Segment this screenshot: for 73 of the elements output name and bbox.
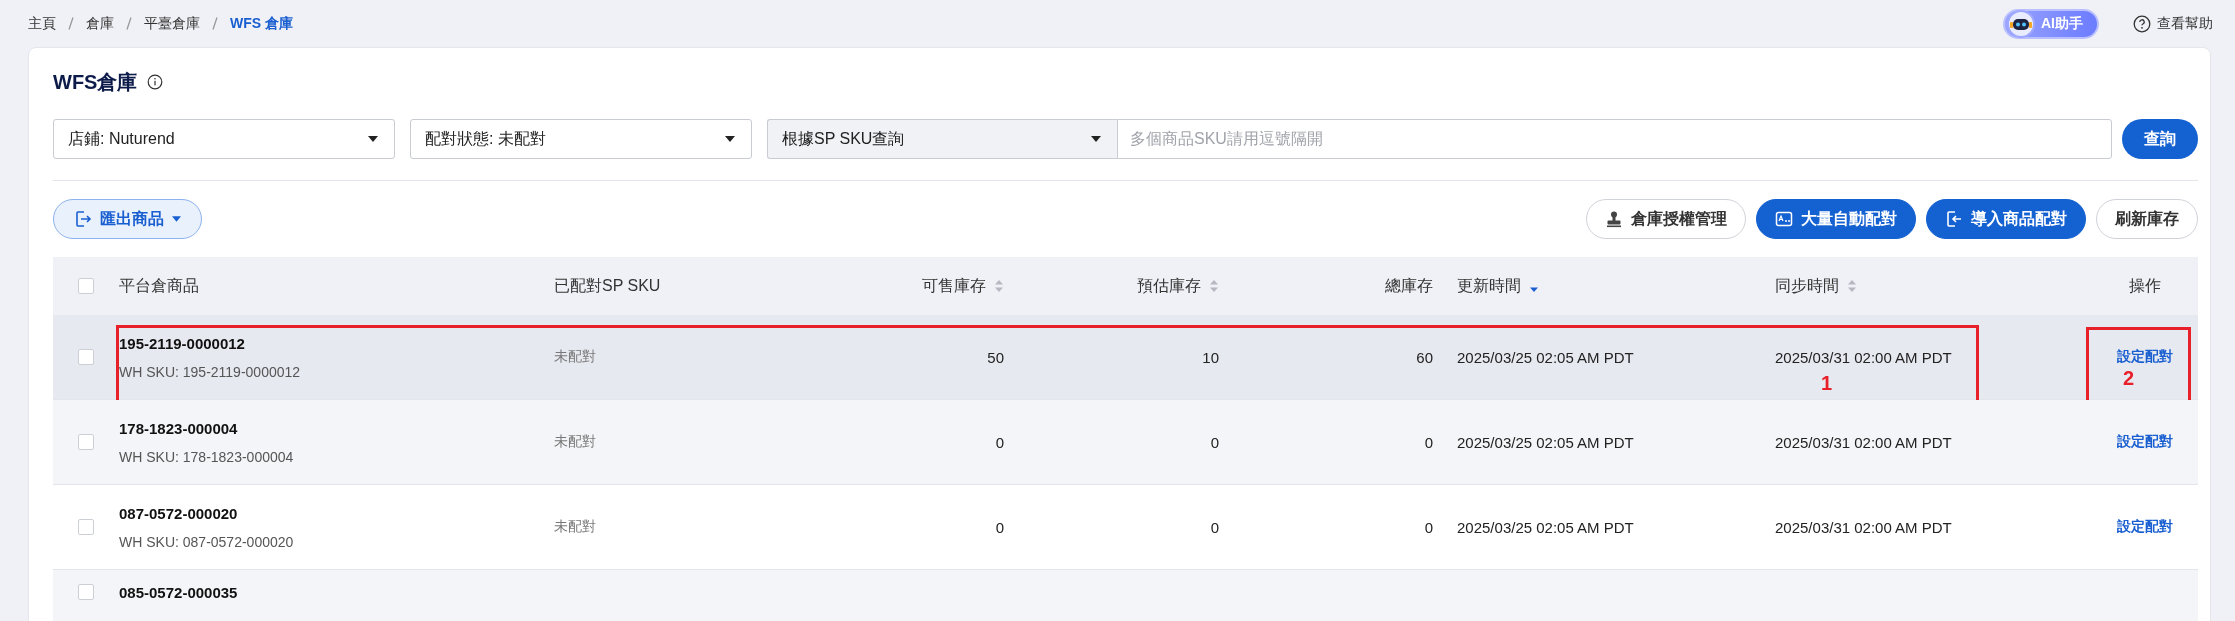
export-icon — [74, 210, 92, 228]
breadcrumb-link[interactable]: WFS 倉庫 — [230, 14, 293, 33]
set-match-link[interactable]: 設定配對 — [2116, 518, 2173, 536]
caret-icon — [1091, 136, 1101, 142]
warehouse-sku: WH SKU: 178-1823-000004 — [119, 448, 294, 465]
table-cell: 2025/03/25 02:05 AM PDT — [1457, 433, 1634, 451]
auto-match-icon — [1775, 210, 1793, 228]
column-header: 已配對SP SKU — [554, 275, 661, 296]
info-icon — [147, 74, 164, 90]
column-header: 平台倉商品 — [119, 275, 199, 296]
warehouse-sku: WH SKU: 087-0572-000020 — [119, 533, 294, 550]
table-cell: 0 — [995, 518, 1004, 536]
export-button[interactable]: 匯出商品 — [53, 199, 202, 239]
row-checkbox[interactable] — [78, 349, 94, 365]
breadcrumb-link[interactable]: 倉庫 — [86, 14, 114, 33]
column-header: 同步時間 — [1775, 275, 1839, 296]
column-header: 總庫存 — [1385, 275, 1433, 296]
select-all-checkbox[interactable] — [78, 278, 94, 294]
import-icon — [1945, 210, 1963, 228]
table-cell: 0 — [1210, 518, 1219, 536]
breadcrumb-separator-icon — [126, 17, 132, 30]
table-cell: 0 — [995, 433, 1004, 451]
caret-icon — [725, 136, 735, 142]
query-button[interactable]: 查詢 — [2122, 119, 2198, 159]
help-link[interactable]: 查看幫助 — [2133, 14, 2213, 33]
breadcrumb-link[interactable]: 平臺倉庫 — [144, 14, 200, 33]
table-cell: 未配對 — [554, 348, 596, 366]
page-title: WFS倉庫 — [53, 69, 138, 95]
product-sku: 195-2119-0000012 — [119, 334, 245, 352]
table-cell: 未配對 — [554, 433, 596, 451]
breadcrumb-separator-icon — [212, 17, 218, 30]
search-type-select[interactable]: 根據SP SKU查詢 — [767, 119, 1117, 159]
product-sku: 085-0572-000035 — [119, 584, 238, 601]
annotation-number: 2 — [2123, 367, 2135, 390]
caret-icon — [172, 216, 181, 222]
table-cell: 10 — [1202, 348, 1219, 366]
table-cell: 60 — [1416, 348, 1433, 366]
table-cell: 50 — [987, 348, 1004, 366]
table-cell: 2025/03/25 02:05 AM PDT — [1457, 348, 1634, 366]
warehouse-sku: WH SKU: 195-2119-0000012 — [119, 363, 301, 380]
toolbar-button[interactable]: 大量自動配對 — [1756, 199, 1916, 239]
stamp-icon — [1605, 210, 1623, 228]
toolbar-button[interactable]: 刷新庫存 — [2096, 199, 2198, 239]
caret-icon — [368, 136, 378, 142]
table-cell: 2025/03/31 02:00 AM PDT — [1775, 433, 1952, 451]
robot-icon — [2007, 9, 2035, 38]
table-cell: 2025/03/25 02:05 AM PDT — [1457, 518, 1634, 536]
toolbar-button[interactable]: 倉庫授權管理 — [1586, 199, 1746, 239]
annotation-number: 1 — [1821, 372, 1833, 395]
product-sku: 178-1823-000004 — [119, 419, 238, 437]
column-header: 操作 — [2128, 275, 2161, 296]
column-header: 預估庫存 — [1137, 275, 1201, 296]
match-status-select[interactable]: 配對狀態: 未配對 — [410, 119, 752, 159]
row-checkbox[interactable] — [78, 434, 94, 450]
help-icon — [2133, 14, 2151, 33]
table-cell: 未配對 — [554, 518, 596, 536]
table-cell: 0 — [1424, 433, 1433, 451]
breadcrumb-separator-icon — [68, 17, 74, 30]
set-match-link[interactable]: 設定配對 — [2116, 433, 2173, 451]
table-cell: 2025/03/31 02:00 AM PDT — [1775, 348, 1952, 366]
table-cell: 0 — [1424, 518, 1433, 536]
row-checkbox[interactable] — [78, 584, 94, 600]
set-match-link[interactable]: 設定配對 — [2116, 348, 2173, 366]
row-checkbox[interactable] — [78, 519, 94, 535]
store-select[interactable]: 店鋪: Nuturend — [53, 119, 395, 159]
table-cell: 2025/03/31 02:00 AM PDT — [1775, 518, 1952, 536]
column-header: 可售庫存 — [922, 275, 986, 296]
product-sku: 087-0572-000020 — [119, 504, 238, 522]
column-header: 更新時間 — [1457, 275, 1521, 296]
toolbar-button[interactable]: 導入商品配對 — [1926, 199, 2086, 239]
breadcrumb-link[interactable]: 主頁 — [28, 14, 56, 33]
table-cell: 0 — [1210, 433, 1219, 451]
search-field[interactable]: 多個商品SKU請用逗號隔開 — [1117, 119, 2112, 159]
